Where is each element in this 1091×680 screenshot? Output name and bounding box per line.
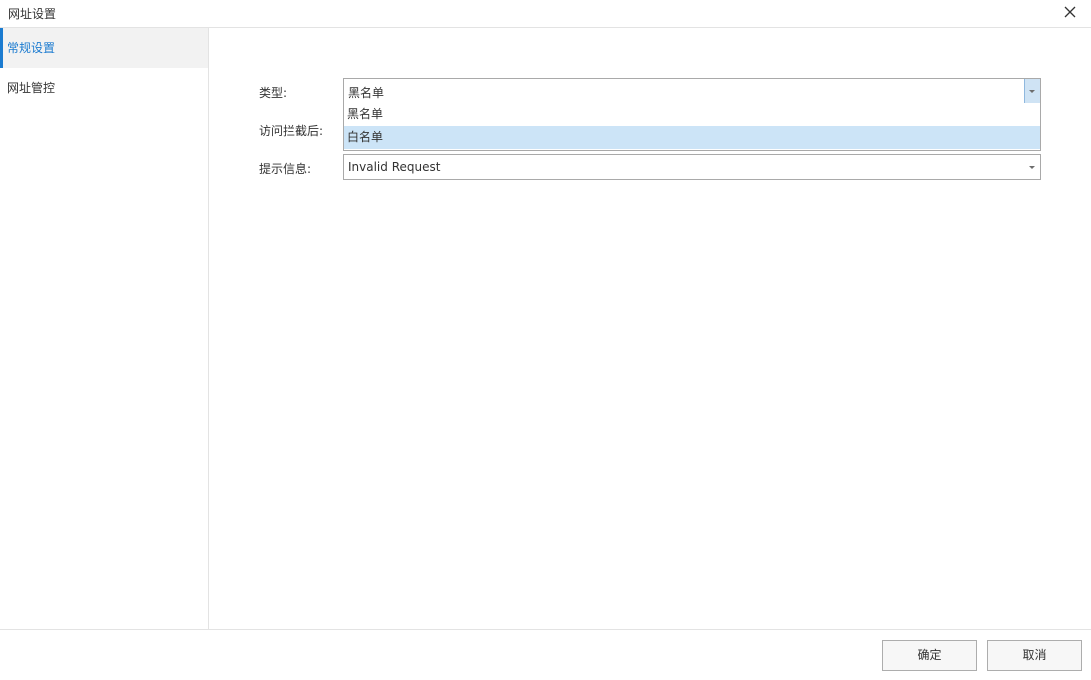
dropdown-option-blacklist[interactable]: 黑名单 (344, 103, 1040, 126)
sidebar-item-url-control[interactable]: 网址管控 (0, 68, 208, 108)
message-label: 提示信息: (259, 162, 312, 176)
chevron-down-icon (1029, 166, 1035, 169)
cancel-button[interactable]: 取消 (987, 640, 1082, 671)
after-block-label: 访问拦截后: (259, 124, 324, 138)
ok-button[interactable]: 确定 (882, 640, 977, 671)
close-icon (1064, 6, 1076, 18)
type-label: 类型: (259, 86, 288, 100)
close-button[interactable] (1059, 3, 1081, 23)
dialog-footer: 确定 取消 (0, 629, 1091, 680)
type-select[interactable]: 黑名单 (343, 78, 1041, 104)
chevron-down-icon (1029, 90, 1035, 93)
message-select-toggle[interactable] (1024, 155, 1040, 179)
type-dropdown-list: 黑名单 白名单 (343, 103, 1041, 151)
sidebar: 常规设置 网址管控 (0, 28, 209, 629)
dialog-title: 网址设置 (8, 7, 57, 21)
sidebar-item-general[interactable]: 常规设置 (0, 28, 208, 68)
message-select-value: Invalid Request (348, 160, 441, 174)
type-select-value: 黑名单 (348, 86, 385, 100)
settings-dialog: 网址设置 常规设置 网址管控 类型: 黑名单 黑名单 白名单 访问拦截后: 提示… (0, 0, 1091, 680)
message-select[interactable]: Invalid Request (343, 154, 1041, 180)
title-bar: 网址设置 (0, 0, 1091, 28)
settings-content: 类型: 黑名单 黑名单 白名单 访问拦截后: 提示信息: Invalid Req… (210, 28, 1091, 629)
sidebar-item-label: 网址管控 (7, 81, 56, 95)
dropdown-option-whitelist[interactable]: 白名单 (344, 126, 1040, 149)
sidebar-item-label: 常规设置 (7, 41, 56, 55)
type-select-toggle[interactable] (1024, 79, 1040, 103)
